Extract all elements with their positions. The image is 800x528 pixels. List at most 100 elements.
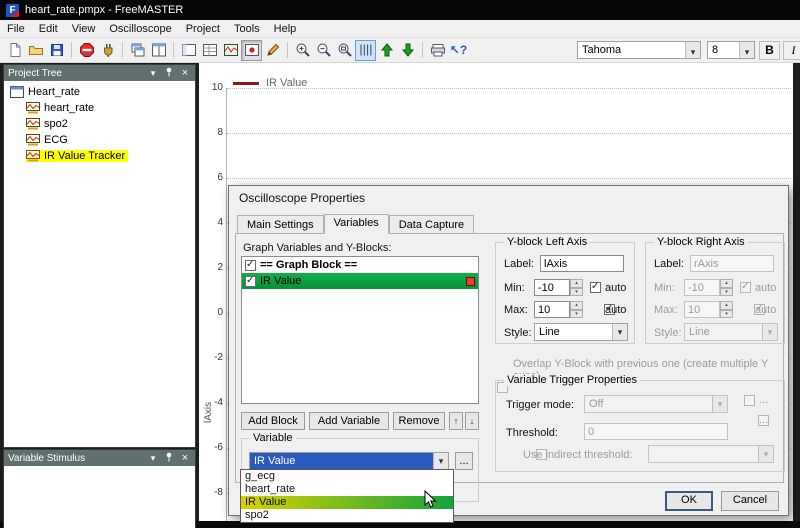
font-family-value: Tahoma — [578, 42, 685, 58]
left-axis-style-combobox[interactable]: Line — [534, 323, 628, 341]
toolbar-separator — [173, 42, 174, 58]
stop-communication-icon[interactable] — [76, 40, 97, 61]
zoom-in-icon[interactable] — [292, 40, 313, 61]
chevron-down-icon[interactable] — [147, 453, 159, 464]
save-project-icon[interactable] — [46, 40, 67, 61]
close-icon[interactable] — [179, 67, 191, 79]
gridline — [227, 178, 791, 179]
min-auto-checkbox[interactable] — [590, 282, 601, 293]
graph-variables-listbox[interactable]: == Graph Block == IR Value — [241, 256, 479, 404]
left-axis-min-input[interactable] — [534, 279, 570, 296]
max-caption: Max: — [654, 304, 678, 316]
trigger-option-checkbox-1 — [744, 395, 755, 406]
chevron-down-icon — [762, 324, 777, 340]
option-g-ecg[interactable]: g_ecg — [241, 470, 453, 483]
checkbox-checked-icon[interactable] — [245, 276, 256, 287]
cascade-windows-icon[interactable] — [127, 40, 148, 61]
chevron-down-icon[interactable] — [685, 42, 700, 58]
chevron-down-icon[interactable] — [147, 68, 159, 79]
tree-item-ecg[interactable]: ECG — [4, 132, 195, 148]
menu-view[interactable]: View — [65, 21, 103, 37]
variable-group-label: Variable — [250, 432, 296, 444]
menu-file[interactable]: File — [0, 21, 32, 37]
tree-selection-highlight: IR Value Tracker — [26, 150, 128, 162]
move-up-icon[interactable] — [376, 40, 397, 61]
chevron-down-icon[interactable] — [739, 42, 754, 58]
freemaster-window: F heart_rate.pmpx - FreeMASTER File Edit… — [0, 0, 800, 528]
add-variable-button[interactable]: Add Variable — [309, 412, 389, 430]
option-heart-rate[interactable]: heart_rate — [241, 483, 453, 496]
grid-toggle-icon[interactable] — [355, 40, 376, 61]
tree-root[interactable]: Heart_rate — [4, 84, 195, 100]
move-variable-up-icon[interactable] — [449, 412, 463, 430]
left-axis-max-input[interactable] — [534, 301, 570, 318]
pin-icon[interactable] — [163, 67, 175, 79]
context-help-icon[interactable] — [448, 40, 469, 61]
menu-bar: File Edit View Oscilloscope Project Tool… — [0, 20, 800, 38]
tab-data-capture[interactable]: Data Capture — [389, 215, 474, 234]
tree-root-label: Heart_rate — [28, 86, 80, 98]
font-size-select[interactable]: 8 — [707, 41, 755, 59]
move-down-icon[interactable] — [397, 40, 418, 61]
left-axis-label-input[interactable] — [540, 255, 624, 272]
tree-item-heart-rate[interactable]: heart_rate — [4, 100, 195, 116]
bold-button[interactable]: B — [759, 41, 780, 60]
close-icon[interactable] — [179, 452, 191, 464]
right-axis-groupbox: Y-block Right Axis Label: Min: auto Max:… — [645, 242, 785, 344]
tree-item-ir-value-tracker[interactable]: IR Value Tracker — [4, 148, 195, 164]
menu-help[interactable]: Help — [267, 21, 304, 37]
add-block-button[interactable]: Add Block — [241, 412, 305, 430]
trigger-option-dots: ... — [759, 394, 768, 406]
graph-block-row[interactable]: == Graph Block == — [242, 257, 478, 273]
pin-icon[interactable] — [163, 452, 175, 464]
toolbar: Tahoma 8 B I — [0, 38, 800, 63]
ok-button[interactable]: OK — [665, 491, 713, 511]
tile-windows-icon[interactable] — [148, 40, 169, 61]
y-tick: -2 — [199, 352, 223, 363]
style-value: Line — [685, 324, 762, 340]
tree-item-spo2[interactable]: spo2 — [4, 116, 195, 132]
option-spo2[interactable]: spo2 — [241, 509, 453, 522]
tab-variables[interactable]: Variables — [324, 214, 389, 234]
style-caption: Style: — [504, 327, 532, 339]
variable-combobox[interactable]: IR Value — [249, 452, 449, 470]
tab-main-settings[interactable]: Main Settings — [237, 215, 324, 234]
watch-pane-icon[interactable] — [199, 40, 220, 61]
option-ir-value[interactable]: IR Value — [241, 496, 453, 509]
edit-mode-icon[interactable] — [262, 40, 283, 61]
variable-stimulus-title: Variable Stimulus — [8, 453, 143, 464]
ir-value-row[interactable]: IR Value — [242, 273, 478, 289]
zoom-out-icon[interactable] — [313, 40, 334, 61]
toolbar-separator — [122, 42, 123, 58]
new-project-icon[interactable] — [4, 40, 25, 61]
variable-dropdown-list: g_ecg heart_rate IR Value spo2 — [240, 469, 454, 523]
menu-edit[interactable]: Edit — [32, 21, 65, 37]
menu-project[interactable]: Project — [179, 21, 227, 37]
move-variable-down-icon[interactable] — [465, 412, 479, 430]
checkbox-checked-icon[interactable] — [245, 260, 256, 271]
trigger-group-title: Variable Trigger Properties — [504, 374, 640, 386]
font-family-select[interactable]: Tahoma — [577, 41, 701, 59]
zoom-fit-icon[interactable] — [334, 40, 355, 61]
printer-icon[interactable] — [427, 40, 448, 61]
min-spinner — [720, 279, 733, 296]
min-spinner[interactable] — [570, 279, 583, 296]
chevron-down-icon[interactable] — [433, 453, 448, 469]
menu-oscilloscope[interactable]: Oscilloscope — [102, 21, 178, 37]
graph-list-label: Graph Variables and Y-Blocks: — [243, 242, 391, 254]
browse-variable-button[interactable]: ... — [455, 452, 473, 470]
recorder-pane-icon[interactable] — [241, 40, 262, 61]
remove-button[interactable]: Remove — [393, 412, 445, 430]
menu-tools[interactable]: Tools — [227, 21, 267, 37]
italic-button[interactable]: I — [783, 41, 800, 60]
project-tree-pane-icon[interactable] — [178, 40, 199, 61]
open-project-icon[interactable] — [25, 40, 46, 61]
dialog-title-bar: Oscilloscope Properties — [229, 186, 788, 210]
gridline — [227, 133, 791, 134]
oscilloscope-pane-icon[interactable] — [220, 40, 241, 61]
cancel-button[interactable]: Cancel — [721, 491, 779, 511]
communication-plug-icon[interactable] — [97, 40, 118, 61]
max-spinner[interactable] — [570, 301, 583, 318]
chevron-down-icon[interactable] — [612, 324, 627, 340]
indirect-threshold-combobox — [648, 445, 774, 463]
